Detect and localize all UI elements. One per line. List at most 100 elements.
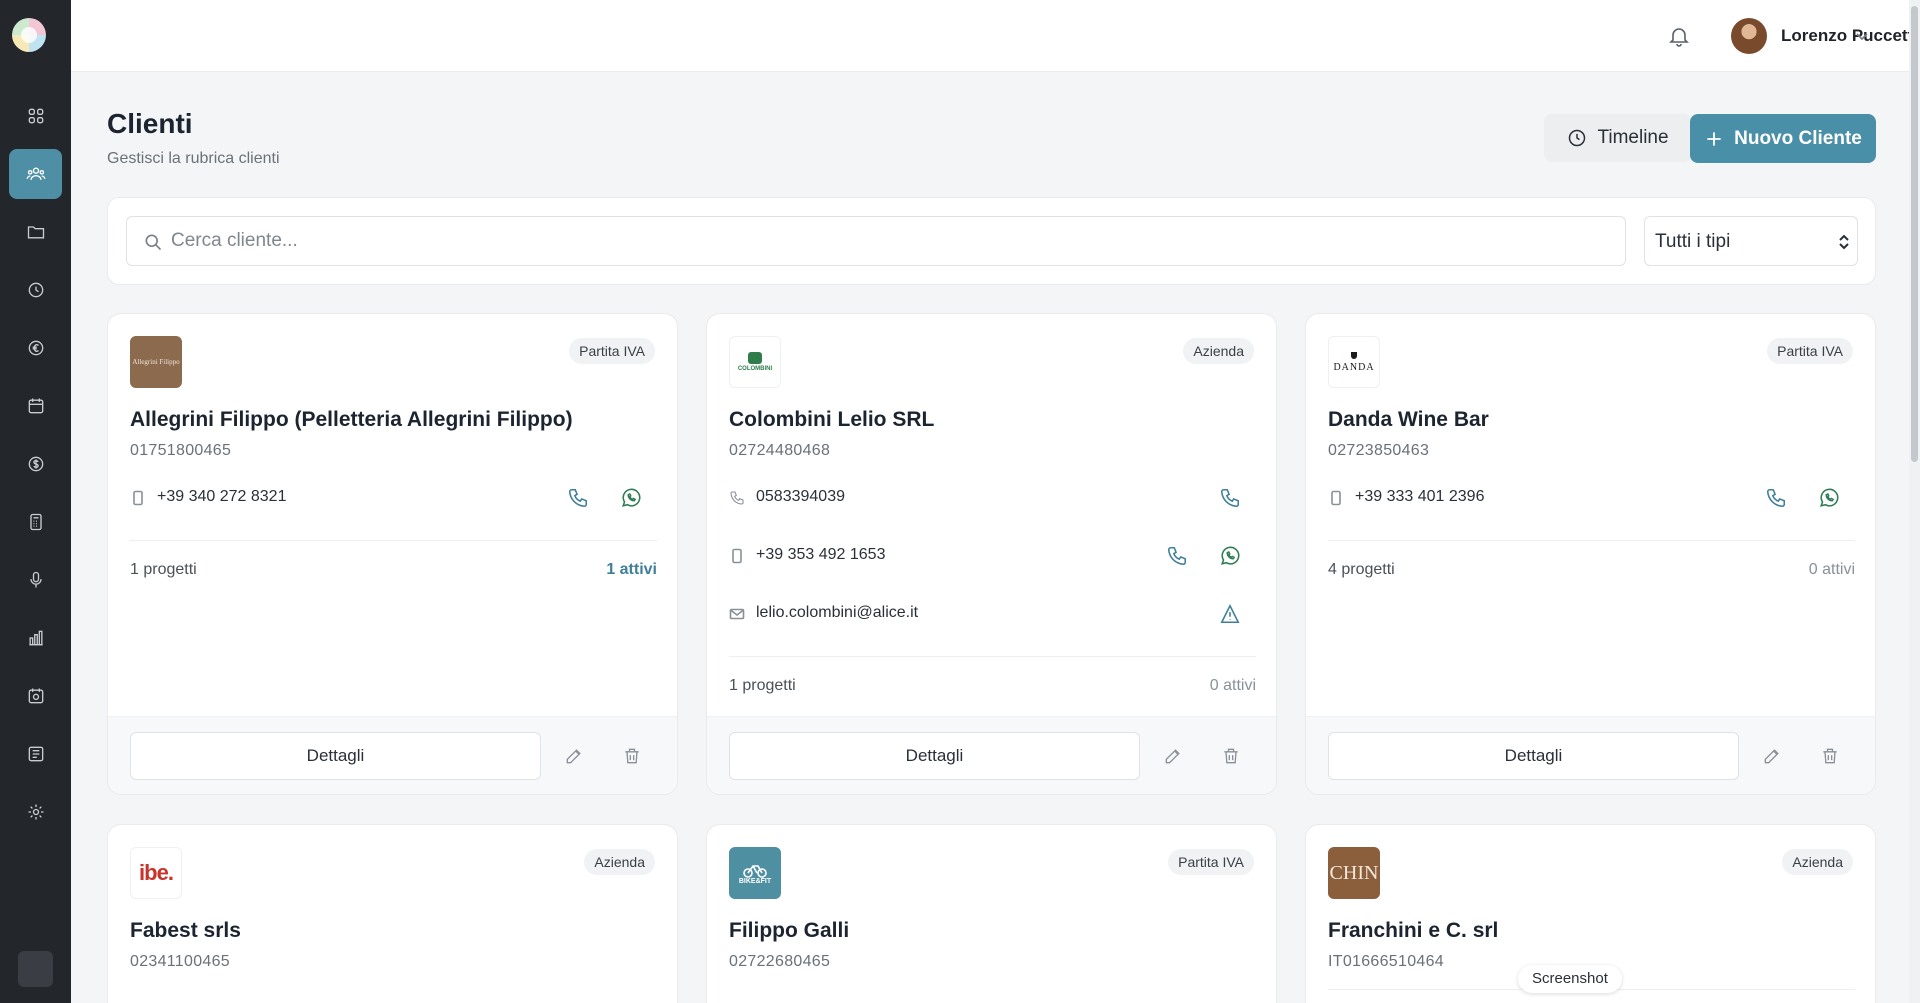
- smartphone-icon: [1328, 490, 1344, 506]
- leaf-icon: [748, 352, 762, 364]
- client-logo-text: COLOMBINI: [737, 366, 773, 372]
- client-logo-text: Allegrini Filippo: [132, 358, 180, 366]
- chevron-up-down-icon: [1839, 234, 1849, 250]
- project-count: 4 progetti: [1328, 561, 1395, 578]
- search-box: [126, 216, 1626, 266]
- smartphone-icon: [729, 548, 745, 564]
- divider: [729, 656, 1256, 657]
- client-type-badge: Partita IVA: [569, 338, 655, 364]
- notifications-button[interactable]: [1667, 24, 1691, 48]
- user-name[interactable]: Lorenzo Puccetti: [1781, 26, 1918, 46]
- gear-icon: [28, 804, 43, 820]
- sidebar-item-settings[interactable]: [9, 787, 62, 837]
- delete-button[interactable]: [1218, 743, 1244, 769]
- whatsapp-button[interactable]: [1815, 484, 1843, 512]
- send-email-button[interactable]: [1216, 600, 1244, 628]
- clock-icon: [28, 282, 43, 298]
- sidebar-item-calculator[interactable]: [9, 497, 62, 547]
- type-select-value: Tutti i tipi: [1655, 231, 1731, 252]
- sidebar-item-schedule[interactable]: [9, 671, 62, 721]
- edit-button[interactable]: [561, 743, 587, 769]
- microphone-icon: [29, 571, 42, 588]
- avatar[interactable]: [1731, 18, 1767, 54]
- delete-button[interactable]: [1817, 743, 1843, 769]
- details-button[interactable]: Dettagli: [729, 732, 1140, 780]
- trash-icon: [625, 748, 639, 764]
- plus-icon: [1707, 131, 1721, 146]
- email-address: lelio.colombini@alice.it: [756, 604, 919, 621]
- sidebar-item-voice[interactable]: [9, 555, 62, 605]
- users-icon: [26, 167, 45, 180]
- whatsapp-button[interactable]: [1216, 542, 1244, 570]
- client-logo-text: ibe.: [139, 860, 174, 885]
- client-logo: Allegrini Filippo: [130, 336, 182, 388]
- newspaper-icon: [28, 746, 43, 762]
- user-menu-chevron[interactable]: [1854, 28, 1870, 44]
- mobile-number: +39 333 401 2396: [1355, 488, 1485, 505]
- app-logo[interactable]: [12, 18, 46, 52]
- client-name: Fabest srls: [130, 919, 241, 942]
- client-vat-code: 02723850463: [1328, 442, 1430, 459]
- whatsapp-icon: [622, 488, 641, 507]
- phone-icon: [729, 490, 745, 506]
- search-input[interactable]: [171, 217, 1611, 265]
- delete-button[interactable]: [619, 743, 645, 769]
- client-card: Allegrini Filippo Partita IVA Allegrini …: [107, 313, 678, 795]
- scrollbar-thumb[interactable]: [1911, 6, 1918, 462]
- sidebar-collapse-button[interactable]: [18, 951, 53, 987]
- divider: [130, 540, 657, 541]
- call-button[interactable]: [564, 484, 592, 512]
- details-button[interactable]: Dettagli: [130, 732, 541, 780]
- call-button[interactable]: [1163, 542, 1191, 570]
- client-logo: ibe.: [130, 847, 182, 899]
- client-name: Franchini e C. srl: [1328, 919, 1499, 942]
- client-logo-text: BIKE&FIT: [738, 877, 772, 885]
- topbar: Lorenzo Puccetti: [71, 0, 1920, 72]
- client-logo-text: CHIN: [1329, 861, 1379, 884]
- bar-chart-icon: [28, 630, 43, 646]
- dollar-icon: [28, 456, 43, 472]
- call-button[interactable]: [1762, 484, 1790, 512]
- whatsapp-button[interactable]: [617, 484, 645, 512]
- edit-button[interactable]: [1759, 743, 1785, 769]
- sidebar-item-calendar[interactable]: [9, 381, 62, 431]
- details-button[interactable]: Dettagli: [1328, 732, 1739, 780]
- phone-icon: [1167, 546, 1187, 566]
- bicycle-icon: [743, 864, 767, 878]
- sidebar-item-time[interactable]: [9, 265, 62, 315]
- card-footer: Dettagli: [1306, 716, 1875, 794]
- client-type-badge: Azienda: [1782, 849, 1853, 875]
- sidebar-item-reports[interactable]: [9, 613, 62, 663]
- trash-icon: [1823, 748, 1837, 764]
- contact-mobile: +39 333 401 2396: [1328, 484, 1855, 512]
- client-logo: DANDA: [1328, 336, 1380, 388]
- client-logo: COLOMBINI: [729, 336, 781, 388]
- divider: [1328, 540, 1855, 541]
- sidebar-item-dashboard[interactable]: [9, 91, 62, 141]
- sidebar-item-clients[interactable]: [9, 149, 62, 199]
- edit-button[interactable]: [1160, 743, 1186, 769]
- phone-icon: [1766, 488, 1786, 508]
- euro-icon: [28, 340, 43, 356]
- sidebar-item-projects[interactable]: [9, 207, 62, 257]
- sidebar-item-payments[interactable]: [9, 439, 62, 489]
- sidebar-item-news[interactable]: [9, 729, 62, 779]
- timeline-button[interactable]: Timeline: [1544, 114, 1692, 162]
- screenshot-tooltip: Screenshot: [1518, 965, 1622, 993]
- active-count: 0 attivi: [1808, 561, 1855, 578]
- new-client-button[interactable]: Nuovo Cliente: [1690, 114, 1876, 163]
- client-vat-code: 02341100465: [130, 953, 230, 970]
- phone-icon: [568, 488, 588, 508]
- type-select[interactable]: Tutti i tipi: [1644, 216, 1858, 266]
- client-name: Allegrini Filippo (Pelletteria Allegrini…: [130, 408, 573, 431]
- smartphone-icon: [130, 490, 146, 506]
- client-type-badge: Azienda: [584, 849, 655, 875]
- sidebar: [0, 0, 71, 1003]
- scrollbar[interactable]: [1909, 0, 1920, 1003]
- wine-glass-icon: [1351, 351, 1357, 359]
- edit-icon: [1165, 749, 1180, 764]
- sidebar-item-euro[interactable]: [9, 323, 62, 373]
- edit-icon: [566, 749, 581, 764]
- call-button[interactable]: [1216, 484, 1244, 512]
- page-subtitle: Gestisci la rubrica clienti: [107, 150, 280, 167]
